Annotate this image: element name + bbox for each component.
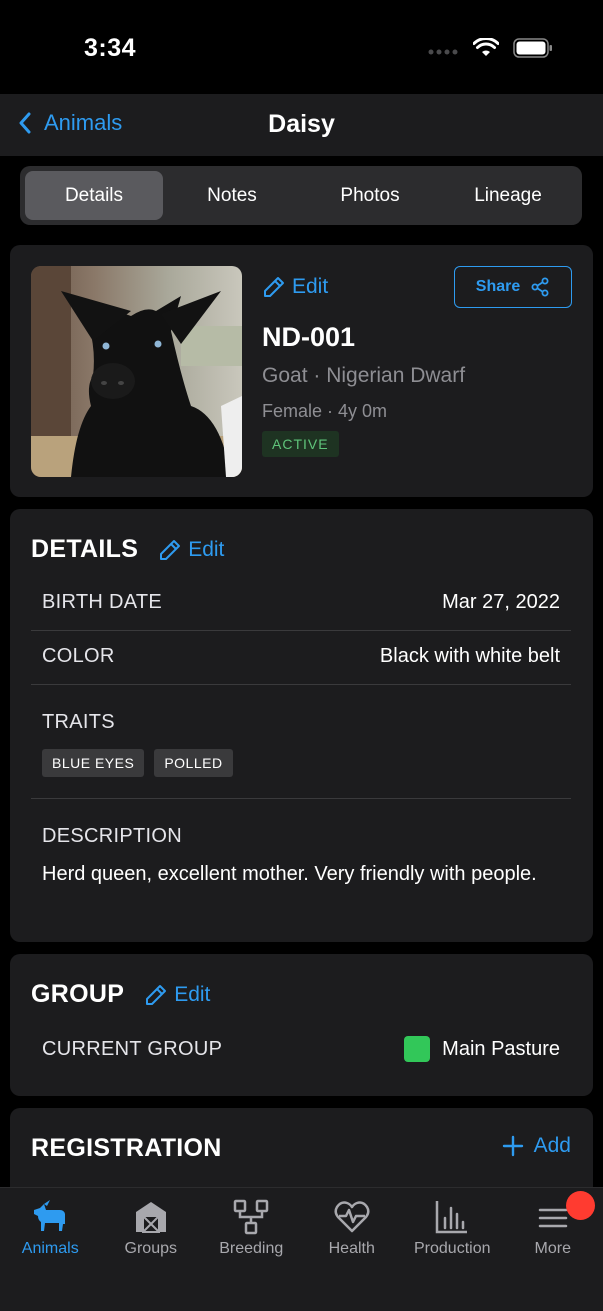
goat-icon (34, 1200, 66, 1231)
current-group-row: CURRENT GROUP Main Pasture (31, 1036, 571, 1062)
pencil-icon (146, 984, 167, 1005)
trait-chip: BLUE EYES (42, 749, 145, 777)
details-card: DETAILS Edit BIRTH DATE Mar 27, 2022 COL… (10, 509, 593, 942)
group-color-swatch (404, 1036, 431, 1062)
sex-age: Female · 4y 0m (262, 401, 388, 421)
species-breed: Goat · Nigerian Dwarf (262, 364, 466, 387)
details-title: DETAILS (31, 535, 139, 563)
tab-bar: Animals Groups Breeding Health Productio… (0, 1187, 603, 1311)
bar-chart-icon (436, 1201, 468, 1234)
divider (31, 630, 571, 631)
divider (31, 798, 571, 799)
share-button[interactable]: Share (454, 266, 572, 308)
tab-label: More (534, 1240, 571, 1257)
edit-label: Edit (292, 275, 329, 298)
color-label: COLOR (42, 645, 115, 667)
signal-icon (428, 49, 458, 55)
tab-label: Production (414, 1240, 491, 1257)
share-label: Share (475, 278, 521, 295)
edit-group-button[interactable]: Edit (144, 983, 210, 1007)
edit-details-button[interactable]: Edit (158, 538, 224, 562)
birth-date-value: Mar 27, 2022 (442, 591, 560, 613)
edit-label: Edit (188, 537, 225, 561)
description-label: DESCRIPTION (42, 825, 182, 847)
page-title: Daisy (268, 110, 335, 138)
tab-notes[interactable]: Notes (163, 171, 301, 220)
tab-production[interactable]: Production (402, 1188, 503, 1311)
tab-breeding[interactable]: Breeding (201, 1188, 302, 1311)
status-time: 3:34 (84, 34, 137, 62)
traits-label: TRAITS (42, 711, 115, 733)
tab-label: Groups (124, 1240, 177, 1257)
group-header: GROUP Edit (31, 980, 210, 1009)
tab-groups[interactable]: Groups (101, 1188, 202, 1311)
edit-label: Edit (174, 982, 211, 1006)
edit-profile-button[interactable]: Edit (262, 275, 328, 299)
divider (31, 684, 571, 685)
tab-label: Health (328, 1240, 375, 1257)
barn-icon (135, 1202, 166, 1233)
heart-pulse-icon (334, 1201, 370, 1233)
battery-icon (513, 38, 552, 58)
status-icons (427, 38, 553, 58)
tab-photos[interactable]: Photos (301, 171, 439, 220)
tab-health[interactable]: Health (302, 1188, 403, 1311)
group-card: GROUP Edit CURRENT GROUP Main Pasture (10, 954, 593, 1096)
tab-label: Breeding (219, 1240, 284, 1257)
birth-date-label: BIRTH DATE (42, 591, 163, 613)
pencil-icon (264, 277, 284, 297)
animal-photo[interactable] (31, 266, 242, 477)
tab-lineage[interactable]: Lineage (439, 171, 577, 220)
wifi-icon (473, 38, 499, 56)
menu-icon (538, 1208, 567, 1228)
tab-animals[interactable]: Animals (0, 1188, 101, 1311)
current-group-value[interactable]: Main Pasture (404, 1036, 560, 1062)
pencil-icon (160, 539, 181, 560)
registration-title: REGISTRATION (31, 1134, 222, 1162)
trait-chip: POLLED (154, 749, 233, 777)
birth-date-row: BIRTH DATE Mar 27, 2022 (31, 591, 571, 614)
color-value: Black with white belt (379, 645, 560, 667)
details-header: DETAILS Edit (31, 535, 224, 564)
tab-label: Animals (21, 1240, 79, 1257)
registration-header: REGISTRATION (31, 1134, 222, 1163)
animal-id: ND-001 (262, 322, 356, 352)
status-badge: ACTIVE (262, 431, 339, 457)
notification-badge (565, 1191, 595, 1220)
group-name: Main Pasture (442, 1037, 560, 1060)
share-icon (531, 277, 549, 297)
tab-more[interactable]: More (503, 1188, 603, 1311)
add-label: Add (533, 1134, 571, 1157)
group-title: GROUP (31, 980, 125, 1008)
add-registration-button[interactable]: Add (502, 1134, 571, 1158)
traits-list: BLUE EYES POLLED (42, 749, 233, 777)
color-row: COLOR Black with white belt (31, 645, 571, 668)
current-group-label: CURRENT GROUP (42, 1037, 223, 1060)
profile-card: Edit Share ND-001 Goat · Nigerian Dwarf … (10, 245, 593, 497)
tree-icon (234, 1199, 269, 1235)
tab-details[interactable]: Details (25, 171, 163, 220)
description-text: Herd queen, excellent mother. Very frien… (42, 863, 537, 885)
segmented-control: Details Notes Photos Lineage (20, 166, 582, 225)
navigation-bar: Animals Daisy (0, 94, 603, 156)
plus-icon (502, 1135, 523, 1157)
status-bar: 3:34 (0, 0, 603, 94)
